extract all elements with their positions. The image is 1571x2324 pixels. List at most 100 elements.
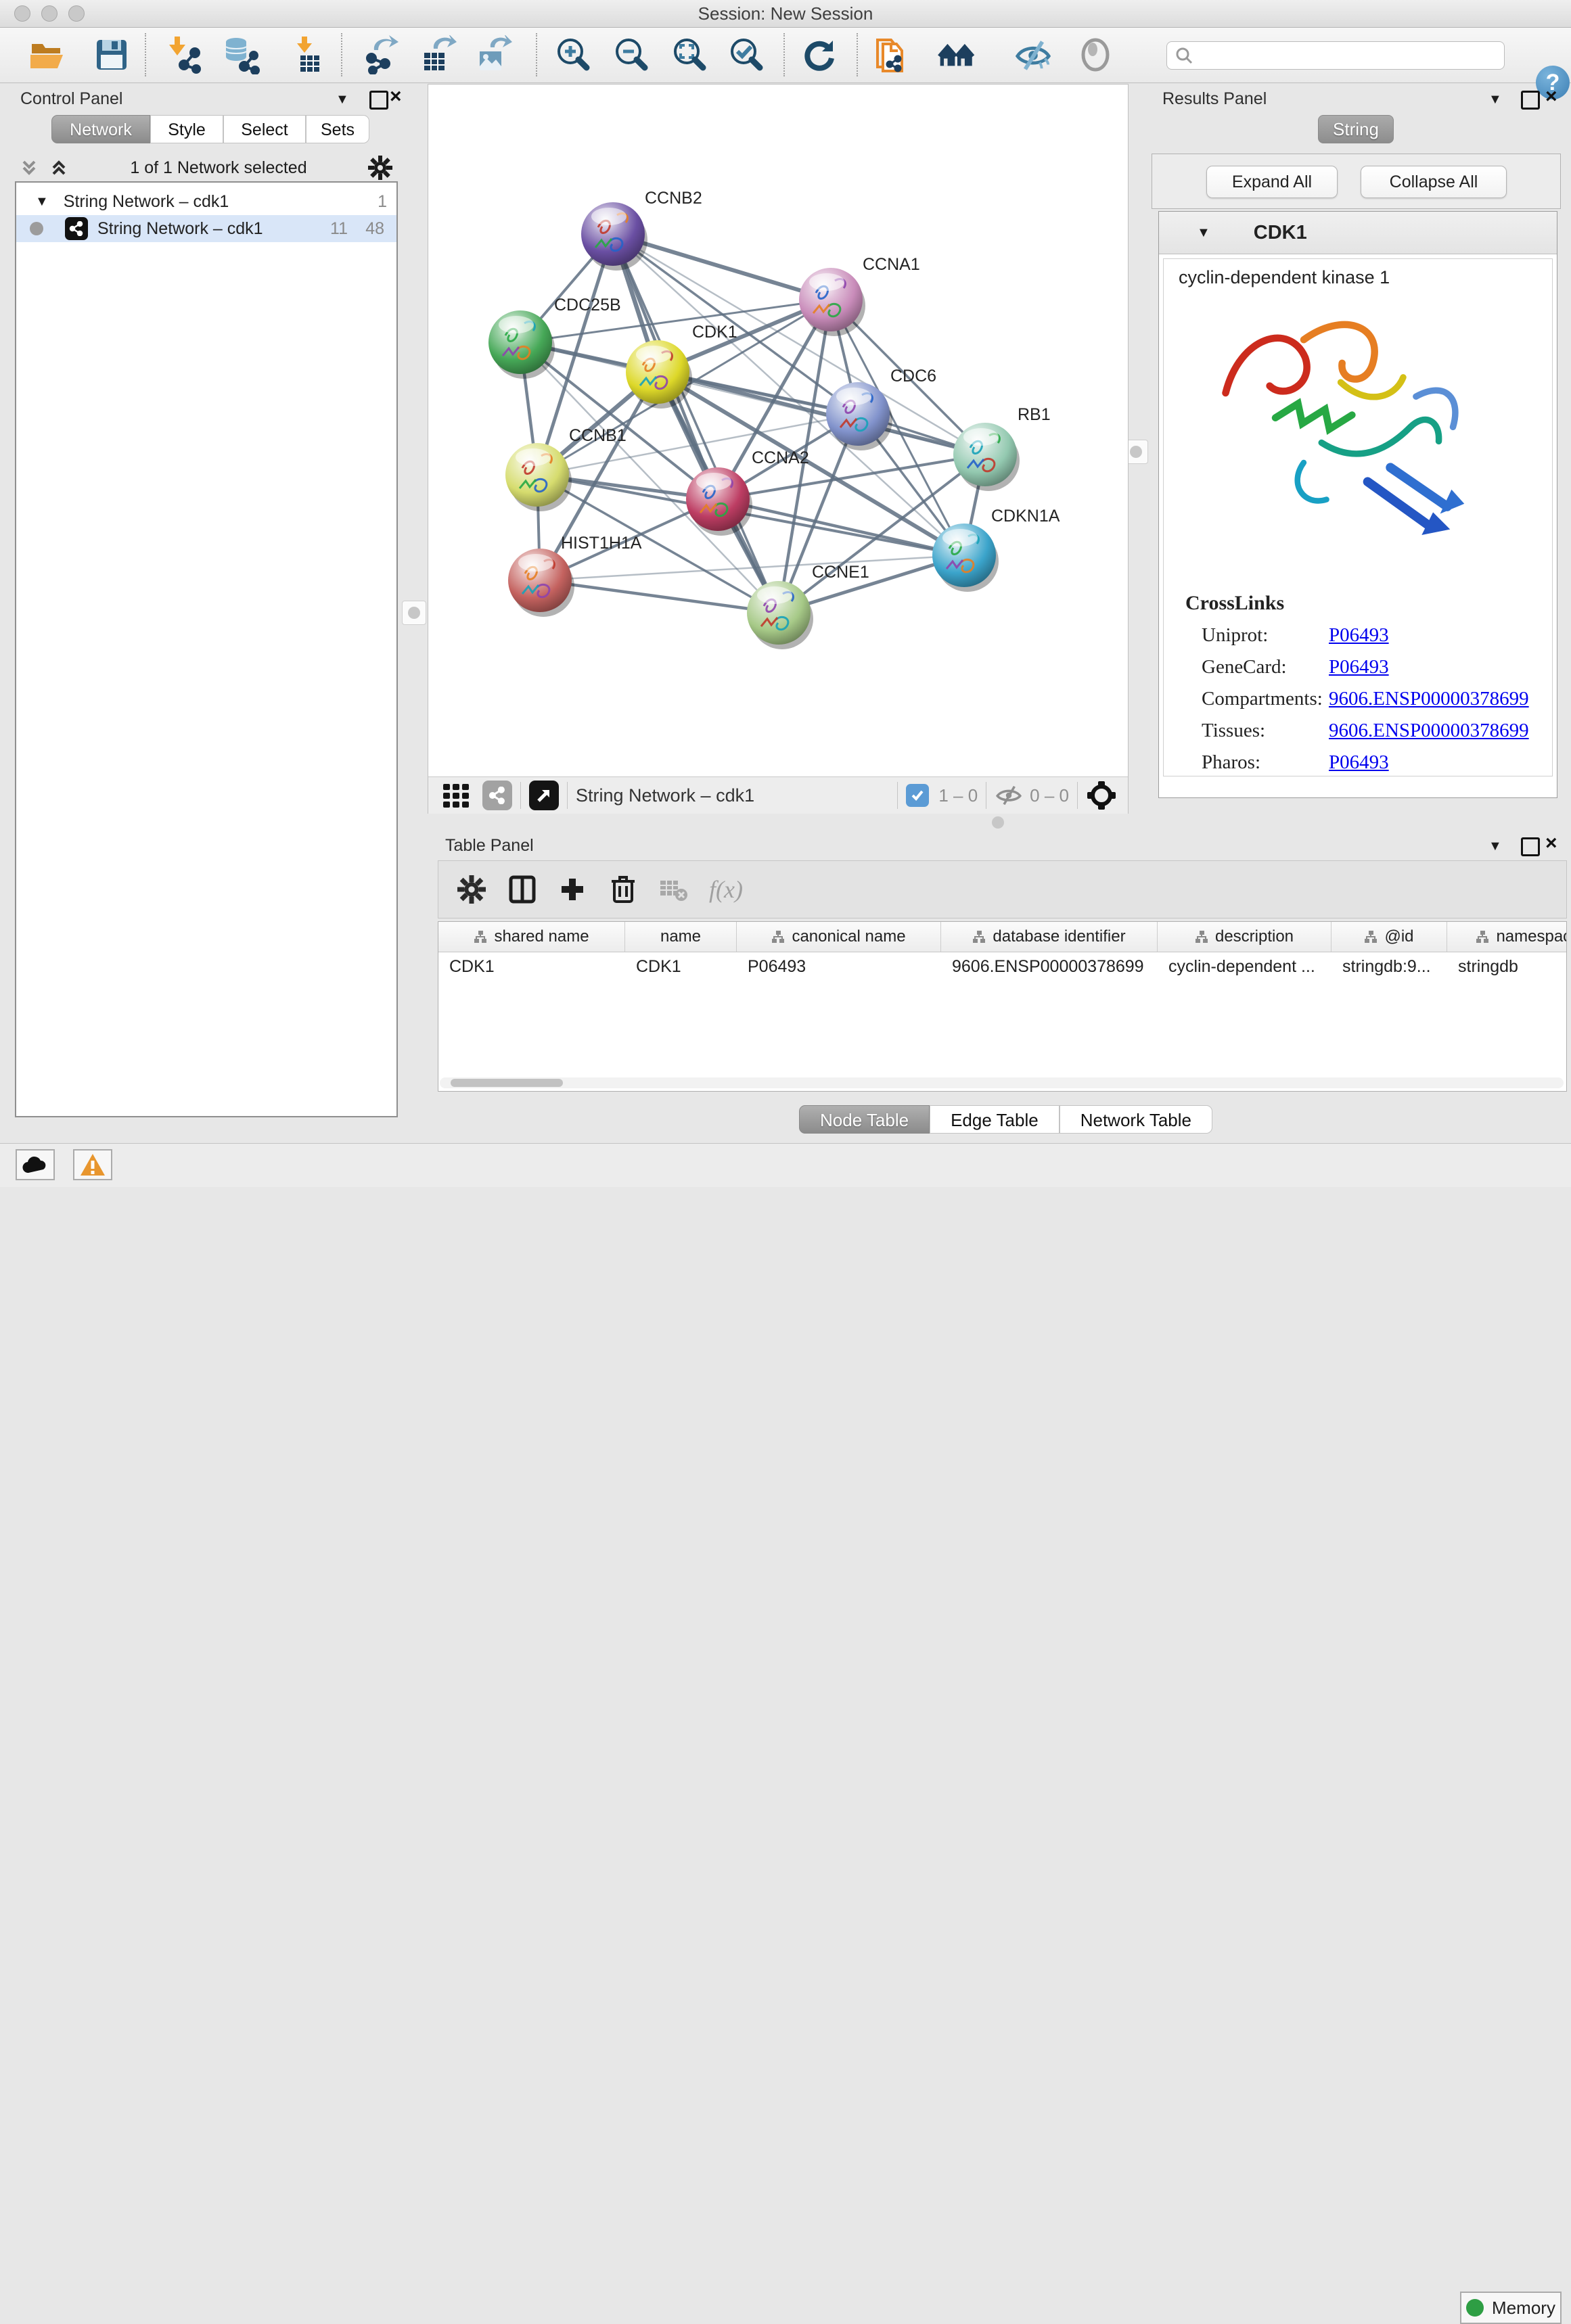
network-collection-row[interactable]: ▼ String Network – cdk1 1 — [16, 188, 396, 215]
table-hscrollbar-thumb[interactable] — [451, 1079, 563, 1087]
crosslink-value-link[interactable]: P06493 — [1329, 624, 1389, 647]
tab-sets[interactable]: Sets — [306, 115, 369, 143]
import-network-database-icon[interactable] — [222, 34, 261, 75]
results-panel-close-icon[interactable]: × — [1545, 88, 1557, 106]
results-panel-maximize-icon[interactable] — [1521, 91, 1540, 110]
column-header-shared-name[interactable]: shared name — [438, 922, 625, 952]
edge-CCNB2-CCNE1[interactable] — [613, 234, 779, 613]
share-file-icon[interactable] — [873, 34, 912, 75]
table-hscrollbar[interactable] — [440, 1077, 1564, 1088]
show-all-eye-icon[interactable] — [1076, 34, 1115, 75]
cdk1-section-header[interactable]: ▼ CDK1 — [1159, 212, 1557, 254]
table-options-gear-icon[interactable] — [457, 875, 486, 904]
column-header-database-identifier[interactable]: database identifier — [941, 922, 1158, 952]
table-cell[interactable]: P06493 — [737, 952, 941, 981]
import-table-file-icon[interactable] — [290, 34, 329, 75]
zoom-fit-icon[interactable] — [670, 34, 709, 75]
table-panel-maximize-icon[interactable] — [1521, 837, 1540, 856]
column-header-label: canonical name — [792, 927, 905, 946]
zoom-selected-icon[interactable] — [727, 34, 766, 75]
network-graph[interactable]: CCNB2CCNA1CDC25BCDK1CDC6RB1CCNB1CCNA2CDK… — [428, 85, 1128, 776]
table-row[interactable]: CDK1CDK1P064939606.ENSP00000378699cyclin… — [438, 952, 1566, 981]
node-count: 11 — [330, 219, 348, 239]
column-header-canonical-name[interactable]: canonical name — [737, 922, 941, 952]
table-cell[interactable]: stringdb — [1447, 952, 1567, 981]
node-label-CDK1: CDK1 — [692, 323, 737, 342]
network-share-view-icon[interactable] — [482, 781, 512, 810]
table-cell[interactable]: 9606.ENSP00000378699 — [941, 952, 1158, 981]
cloud-button[interactable] — [16, 1149, 55, 1180]
node-label-CCNE1: CCNE1 — [812, 563, 869, 582]
search-input[interactable] — [1193, 45, 1486, 66]
tab-network[interactable]: Network — [51, 115, 150, 143]
table-panel-close-icon[interactable]: × — [1545, 835, 1557, 852]
zoom-out-icon[interactable] — [612, 34, 651, 75]
crosslink-value-link[interactable]: P06493 — [1329, 751, 1389, 774]
birds-eye-view-icon[interactable] — [529, 781, 559, 810]
first-neighbors-icon[interactable] — [938, 34, 977, 75]
selected-checkbox-icon[interactable] — [906, 784, 929, 807]
table-cell[interactable]: cyclin-dependent ... — [1158, 952, 1331, 981]
table-cell[interactable]: CDK1 — [625, 952, 737, 981]
collection-expander-icon[interactable]: ▼ — [35, 194, 49, 210]
navigator-crosshair-icon[interactable] — [1086, 780, 1117, 811]
refresh-icon[interactable] — [800, 34, 839, 75]
tab-edge-table[interactable]: Edge Table — [930, 1105, 1060, 1134]
table-panel-float-icon[interactable]: ▼ — [1488, 839, 1502, 854]
table-body: CDK1CDK1P064939606.ENSP00000378699cyclin… — [438, 952, 1566, 981]
left-splitter-handle[interactable] — [402, 601, 426, 625]
node-CCNA1[interactable]: CCNA1 — [799, 255, 920, 336]
export-network-icon[interactable] — [361, 34, 401, 75]
toolbar-separator — [567, 782, 568, 809]
delete-column-trash-icon[interactable] — [610, 875, 636, 904]
column-header-name[interactable]: name — [625, 922, 737, 952]
results-tab-string[interactable]: String — [1318, 115, 1394, 143]
results-panel-float-icon[interactable]: ▼ — [1488, 92, 1502, 108]
warning-button[interactable] — [73, 1149, 112, 1180]
tab-node-table[interactable]: Node Table — [799, 1105, 930, 1134]
column-header-description[interactable]: description — [1158, 922, 1331, 952]
open-session-icon[interactable] — [27, 34, 66, 75]
show-columns-icon[interactable] — [509, 875, 536, 904]
control-panel-float-icon[interactable]: ▼ — [336, 92, 349, 108]
export-table-icon[interactable] — [418, 34, 457, 75]
control-panel-maximize-icon[interactable] — [369, 91, 388, 110]
crosslink-value-link[interactable]: 9606.ENSP00000378699 — [1329, 720, 1529, 742]
tab-style[interactable]: Style — [150, 115, 223, 143]
expand-all-button[interactable]: Expand All — [1206, 166, 1338, 198]
table-cell[interactable]: CDK1 — [438, 952, 625, 981]
tab-network-table[interactable]: Network Table — [1060, 1105, 1212, 1134]
network-view[interactable]: CCNB2CCNA1CDC25BCDK1CDC6RB1CCNB1CCNA2CDK… — [428, 84, 1129, 814]
create-column-plus-icon[interactable] — [559, 876, 586, 903]
main-toolbar: ? — [0, 28, 1571, 83]
bottom-splitter-handle[interactable] — [992, 816, 1004, 829]
node-CDKN1A[interactable]: CDKN1A — [932, 507, 1060, 592]
node-label-CCNA2: CCNA2 — [752, 448, 809, 467]
grid-view-icon[interactable] — [442, 781, 470, 810]
column-header-namespace[interactable]: namespace — [1447, 922, 1567, 952]
node-CCNB2[interactable]: CCNB2 — [581, 189, 702, 271]
network-row[interactable]: String Network – cdk1 11 48 — [16, 215, 396, 242]
save-session-icon[interactable] — [92, 34, 131, 75]
column-header-@id[interactable]: @id — [1331, 922, 1447, 952]
zoom-in-icon[interactable] — [553, 34, 593, 75]
node-RB1[interactable]: RB1 — [953, 405, 1051, 491]
expand-all-chevron-icon[interactable] — [19, 158, 39, 178]
hide-selected-eye-icon[interactable] — [1014, 34, 1053, 75]
tab-select[interactable]: Select — [223, 115, 306, 143]
node-table[interactable]: shared namename canonical name database id… — [438, 921, 1567, 1092]
network-options-gear-icon[interactable] — [368, 156, 392, 180]
import-network-file-icon[interactable] — [164, 34, 203, 75]
collapse-all-button[interactable]: Collapse All — [1361, 166, 1507, 198]
node-CCNB1[interactable]: CCNB1 — [505, 426, 627, 511]
export-image-icon[interactable] — [474, 34, 513, 75]
memory-button[interactable]: Memory — [1460, 2292, 1562, 2324]
table-cell[interactable]: stringdb:9... — [1331, 952, 1447, 981]
cdk1-expander-icon[interactable]: ▼ — [1197, 225, 1210, 241]
crosslink-value-link[interactable]: 9606.ENSP00000378699 — [1329, 688, 1529, 710]
collapse-all-chevron-icon[interactable] — [49, 158, 69, 178]
edge-HIST1H1A-CCNE1[interactable] — [540, 580, 779, 613]
control-panel-close-icon[interactable]: × — [390, 88, 402, 106]
crosslink-value-link[interactable]: P06493 — [1329, 656, 1389, 678]
node-CCNE1[interactable]: CCNE1 — [747, 563, 869, 649]
